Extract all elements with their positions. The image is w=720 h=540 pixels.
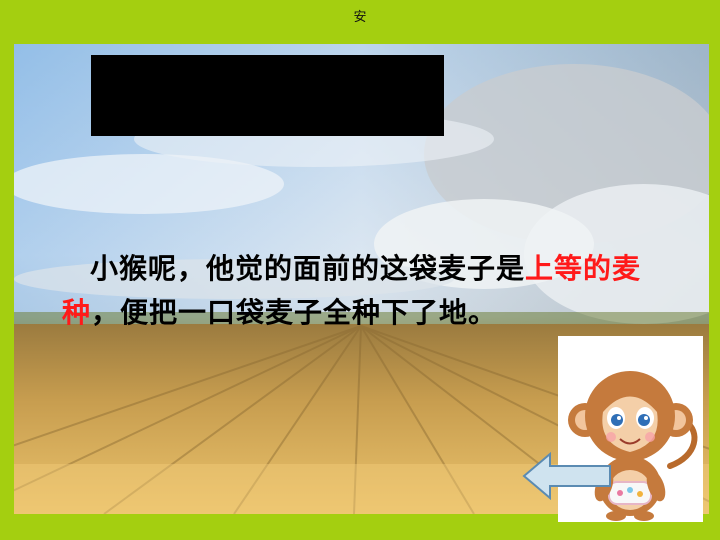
story-paragraph: 小猴呢，他觉的面前的这袋麦子是上等的麦种，便把一口袋麦子全种下了地。 (62, 247, 674, 335)
story-intro-text: 小猴呢，他觉的面前的这袋麦子是 (90, 252, 526, 285)
left-arrow-icon (522, 451, 611, 501)
slide-title: 安 (353, 10, 367, 25)
back-arrow-button[interactable] (522, 451, 612, 501)
story-ending-text: ，便把一口袋麦子全种下了地。 (91, 296, 498, 329)
redacted-block (91, 55, 444, 136)
